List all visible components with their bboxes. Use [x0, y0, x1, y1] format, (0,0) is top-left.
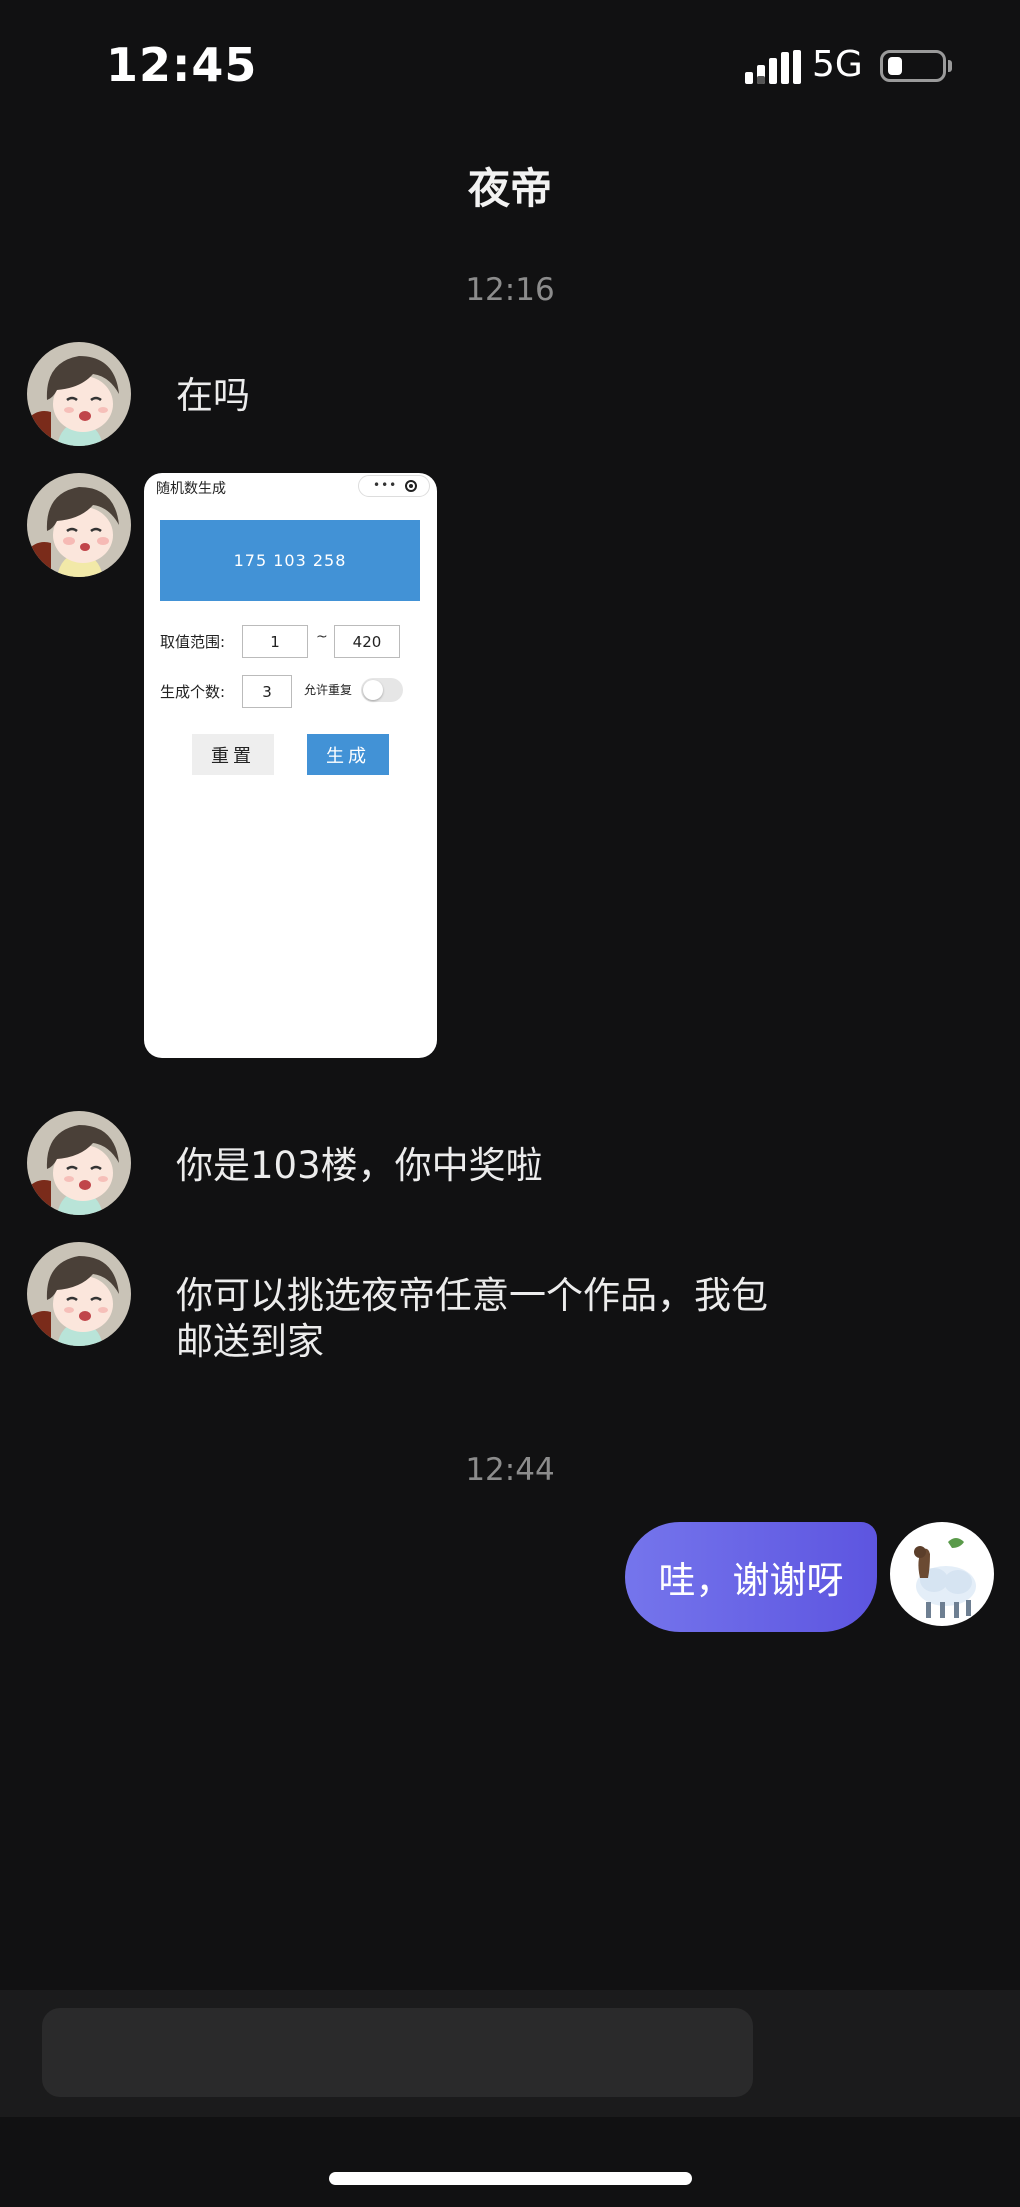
chat-title[interactable]: 夜帝 [0, 155, 1020, 216]
message-input[interactable] [42, 2008, 753, 2097]
contact-avatar[interactable] [27, 1242, 131, 1346]
timestamp: 12:44 [465, 1452, 555, 1488]
outgoing-message-bubble[interactable]: 哇，谢谢呀 [625, 1522, 877, 1632]
chat-screen: 12:45 5G 夜帝 12:16 在吗 随机数生成 ••• 175 103 2… [0, 0, 1020, 2207]
more-icon: ••• [373, 478, 398, 492]
message-text[interactable]: 在吗 [176, 373, 250, 419]
miniapp-capsule: ••• [358, 475, 430, 497]
generate-button: 生成 [307, 734, 389, 775]
battery-tip [948, 60, 952, 72]
toggle-knob [363, 680, 383, 700]
battery-level [888, 57, 902, 75]
home-indicator[interactable] [329, 2172, 692, 2185]
reset-button: 重置 [192, 734, 274, 775]
message-line: 你可以挑选夜帝任意一个作品，我包 [176, 1274, 768, 1317]
close-target-icon [405, 480, 417, 492]
miniapp-title: 随机数生成 [156, 481, 226, 497]
range-min-field: 1 [242, 625, 308, 658]
allow-repeat-toggle [361, 678, 403, 702]
timestamp: 12:16 [465, 272, 555, 308]
count-label: 生成个数: [160, 683, 226, 701]
signal-icon [745, 50, 801, 84]
network-type: 5G [812, 44, 863, 85]
allow-repeat-label: 允许重复 [304, 683, 353, 697]
contact-avatar[interactable] [27, 473, 131, 577]
contact-avatar[interactable] [27, 1111, 131, 1215]
image-message[interactable]: 随机数生成 ••• 175 103 258 取值范围: 1 ~ 420 生成个数… [144, 473, 437, 1058]
range-label: 取值范围: [160, 633, 226, 651]
status-time: 12:45 [106, 38, 258, 92]
message-text[interactable]: 你是103楼，你中奖啦 [176, 1143, 543, 1189]
message-line: 邮送到家 [176, 1320, 324, 1363]
contact-avatar[interactable] [27, 342, 131, 446]
self-avatar[interactable] [890, 1522, 994, 1626]
count-field: 3 [242, 675, 292, 708]
message-text[interactable]: 你可以挑选夜帝任意一个作品，我包 邮送到家 [176, 1273, 768, 1365]
random-result: 175 103 258 [160, 520, 420, 601]
battery-icon [880, 50, 946, 82]
range-max-field: 420 [334, 625, 400, 658]
range-separator: ~ [316, 629, 328, 645]
